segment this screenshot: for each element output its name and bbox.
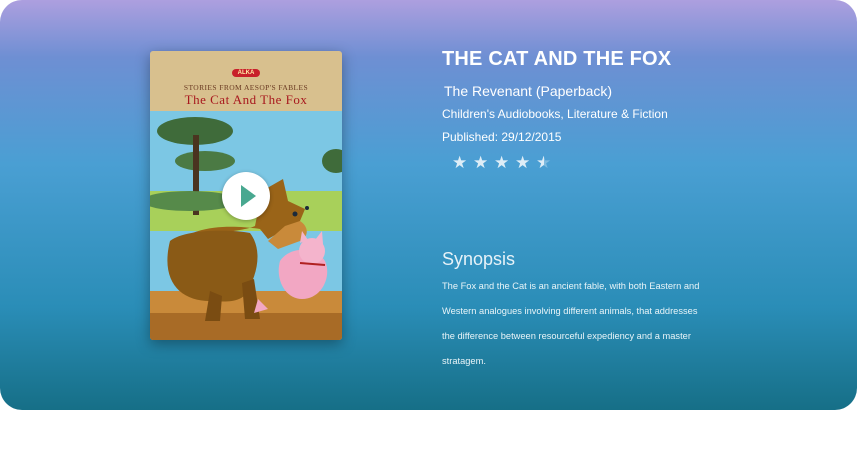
publisher-logo: ALKA xyxy=(231,69,261,77)
star-icon: ★ xyxy=(452,153,468,172)
book-detail-card: ALKA STORIES FROM AESOP'S FABLES The Cat… xyxy=(0,0,857,410)
cover-publisher-banner: ALKA xyxy=(150,61,342,79)
book-cover[interactable]: ALKA STORIES FROM AESOP'S FABLES The Cat… xyxy=(150,51,342,340)
book-subtitle: The Revenant (Paperback) xyxy=(444,83,613,99)
star-icon: ★ xyxy=(493,153,510,172)
star-half-icon: ★ xyxy=(535,153,552,172)
star-icon: ★ xyxy=(514,153,531,172)
cover-series-label: STORIES FROM AESOP'S FABLES xyxy=(183,83,309,92)
book-genre: Children's Audiobooks, Literature & Fict… xyxy=(442,107,668,121)
play-icon[interactable] xyxy=(222,172,270,220)
book-published-date: Published: 29/12/2015 xyxy=(442,130,562,144)
star-icon: ★ xyxy=(472,153,489,172)
star-rating: ★ ★ ★ ★ ★ xyxy=(452,153,552,173)
cover-title: The Cat And The Fox xyxy=(184,92,308,107)
synopsis-heading: Synopsis xyxy=(442,249,516,269)
synopsis-text: The Fox and the Cat is an ancient fable,… xyxy=(442,281,700,366)
book-title: THE CAT AND THE FOX xyxy=(442,48,672,70)
